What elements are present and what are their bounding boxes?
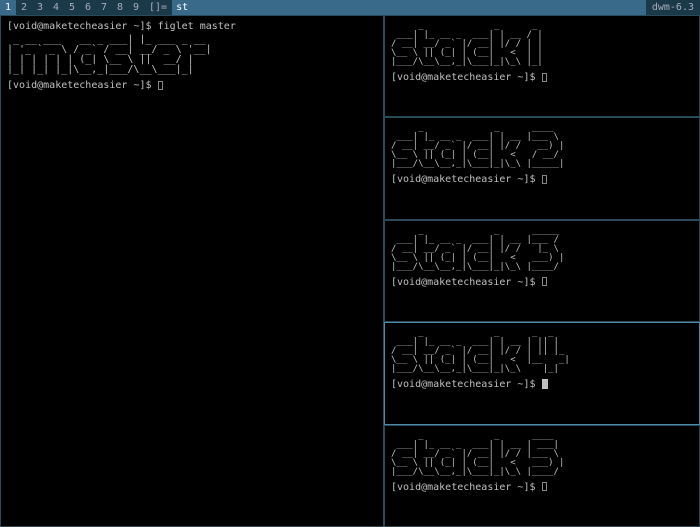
tag-8[interactable]: 8 <box>112 0 128 15</box>
cursor-icon <box>542 277 547 286</box>
terminal-stack-4[interactable]: _ _ _ _ ___| |_ __ _ ___| | __ | || | / … <box>384 322 700 424</box>
tag-1[interactable]: 1 <box>0 0 16 15</box>
terminal-stack-5[interactable]: _ _ ____ ___| |_ __ _ ___| | __ | ___| /… <box>384 425 700 527</box>
window-title: st <box>172 0 646 15</box>
cursor-icon <box>542 379 548 389</box>
terminal-stack-1[interactable]: _ _ _ ___| |_ __ _ ___| | __ / | / __| _… <box>384 15 700 117</box>
figlet-output-stack-2: _ _ ____ ___| |_ __ _ ___| | __ |___ \ /… <box>391 124 693 169</box>
layout-symbol[interactable]: []= <box>144 0 172 15</box>
cursor-icon <box>158 81 163 90</box>
tag-4[interactable]: 4 <box>48 0 64 15</box>
prompt-line: [void@maketecheasier ~]$ <box>391 173 693 186</box>
figlet-output-master: _ __ ___ __ _ ___| |_ ___ _ __ | '_ ` _ … <box>7 35 377 75</box>
stack-column: _ _ _ ___| |_ __ _ ___| | __ / | / __| _… <box>384 15 700 527</box>
figlet-output-stack-3: _ _ _____ ___| |_ __ _ ___| | __ |___ / … <box>391 227 693 272</box>
status-text: dwm-6.3 <box>646 0 700 15</box>
terminal-master[interactable]: [void@maketecheasier ~]$ figlet master _… <box>0 15 384 527</box>
cursor-icon <box>542 73 547 82</box>
master-column: [void@maketecheasier ~]$ figlet master _… <box>0 15 384 527</box>
prompt-line: [void@maketecheasier ~]$ <box>391 71 693 84</box>
figlet-output-stack-1: _ _ _ ___| |_ __ _ ___| | __ / | / __| _… <box>391 22 693 67</box>
prompt-line: [void@maketecheasier ~]$ <box>391 276 693 289</box>
figlet-output-stack-5: _ _ ____ ___| |_ __ _ ___| | __ | ___| /… <box>391 432 693 477</box>
tag-2[interactable]: 2 <box>16 0 32 15</box>
tag-3[interactable]: 3 <box>32 0 48 15</box>
tag-6[interactable]: 6 <box>80 0 96 15</box>
terminal-stack-2[interactable]: _ _ ____ ___| |_ __ _ ___| | __ |___ \ /… <box>384 117 700 219</box>
figlet-output-stack-4: _ _ _ _ ___| |_ __ _ ___| | __ | || | / … <box>391 329 693 374</box>
prompt-line: [void@maketecheasier ~]$ <box>391 378 693 391</box>
tag-7[interactable]: 7 <box>96 0 112 15</box>
cursor-icon <box>542 175 547 184</box>
prompt-line: [void@maketecheasier ~]$ figlet master <box>7 20 377 33</box>
cursor-icon <box>542 482 547 491</box>
tag-9[interactable]: 9 <box>128 0 144 15</box>
tiling-area: [void@maketecheasier ~]$ figlet master _… <box>0 15 700 527</box>
prompt-line: [void@maketecheasier ~]$ <box>7 79 377 92</box>
tag-5[interactable]: 5 <box>64 0 80 15</box>
terminal-stack-3[interactable]: _ _ _____ ___| |_ __ _ ___| | __ |___ / … <box>384 220 700 322</box>
status-bar: 123456789 []= st dwm-6.3 <box>0 0 700 15</box>
prompt-line: [void@maketecheasier ~]$ <box>391 481 693 494</box>
